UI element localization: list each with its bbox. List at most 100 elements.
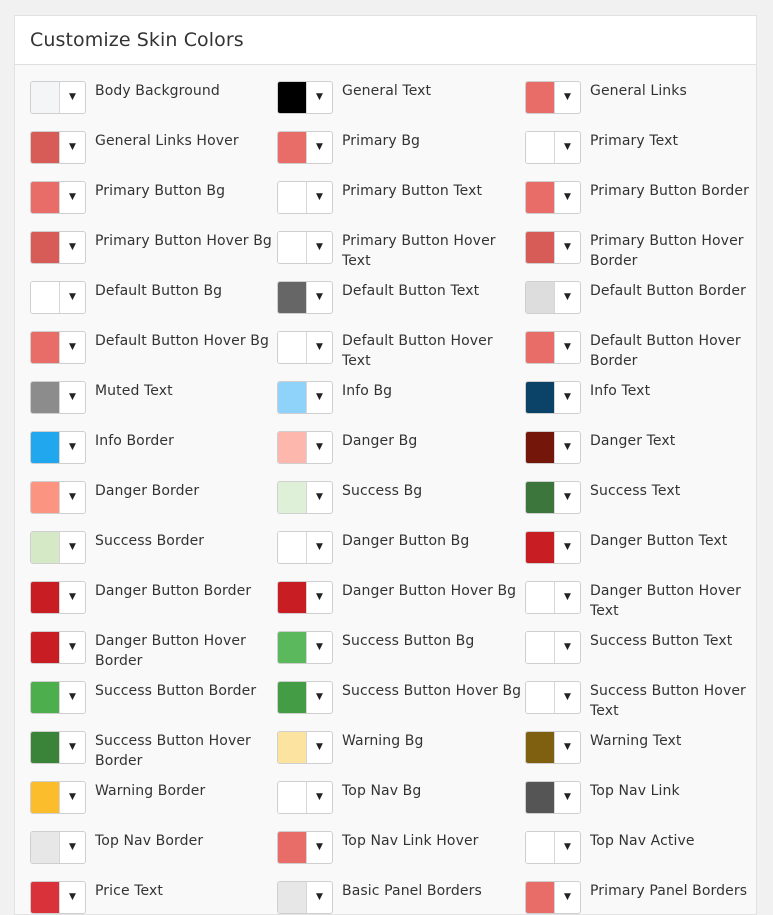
color-swatch[interactable] — [278, 82, 306, 113]
color-swatch[interactable] — [278, 382, 306, 413]
caret-down-icon[interactable]: ▼ — [555, 332, 580, 363]
caret-down-icon[interactable]: ▼ — [307, 382, 332, 413]
color-swatch[interactable] — [31, 182, 59, 213]
color-picker-muted-text[interactable]: ▼ — [30, 381, 86, 414]
color-picker-danger-button-hover-text[interactable]: ▼ — [525, 581, 581, 614]
caret-down-icon[interactable]: ▼ — [555, 382, 580, 413]
color-picker-primary-button-text[interactable]: ▼ — [277, 181, 333, 214]
color-swatch[interactable] — [526, 382, 554, 413]
color-swatch[interactable] — [278, 282, 306, 313]
caret-down-icon[interactable]: ▼ — [555, 682, 580, 713]
color-picker-primary-button-hover-text[interactable]: ▼ — [277, 231, 333, 264]
caret-down-icon[interactable]: ▼ — [555, 882, 580, 913]
color-picker-primary-button-hover-border[interactable]: ▼ — [525, 231, 581, 264]
color-picker-danger-button-hover-bg[interactable]: ▼ — [277, 581, 333, 614]
color-picker-price-text[interactable]: ▼ — [30, 881, 86, 914]
caret-down-icon[interactable]: ▼ — [307, 882, 332, 913]
color-swatch[interactable] — [278, 432, 306, 463]
color-picker-general-text[interactable]: ▼ — [277, 81, 333, 114]
color-swatch[interactable] — [526, 782, 554, 813]
color-picker-danger-border[interactable]: ▼ — [30, 481, 86, 514]
caret-down-icon[interactable]: ▼ — [307, 732, 332, 763]
color-picker-primary-panel-borders[interactable]: ▼ — [525, 881, 581, 914]
caret-down-icon[interactable]: ▼ — [60, 382, 85, 413]
color-swatch[interactable] — [278, 632, 306, 663]
color-swatch[interactable] — [278, 482, 306, 513]
color-swatch[interactable] — [278, 182, 306, 213]
color-picker-success-button-hover-border[interactable]: ▼ — [30, 731, 86, 764]
caret-down-icon[interactable]: ▼ — [60, 732, 85, 763]
caret-down-icon[interactable]: ▼ — [60, 832, 85, 863]
color-swatch[interactable] — [526, 232, 554, 263]
color-picker-primary-bg[interactable]: ▼ — [277, 131, 333, 164]
caret-down-icon[interactable]: ▼ — [307, 782, 332, 813]
color-picker-default-button-text[interactable]: ▼ — [277, 281, 333, 314]
color-swatch[interactable] — [31, 132, 59, 163]
caret-down-icon[interactable]: ▼ — [555, 632, 580, 663]
color-picker-warning-bg[interactable]: ▼ — [277, 731, 333, 764]
color-swatch[interactable] — [526, 532, 554, 563]
color-swatch[interactable] — [278, 682, 306, 713]
color-picker-info-bg[interactable]: ▼ — [277, 381, 333, 414]
color-swatch[interactable] — [526, 832, 554, 863]
caret-down-icon[interactable]: ▼ — [60, 482, 85, 513]
color-picker-default-button-hover-border[interactable]: ▼ — [525, 331, 581, 364]
color-swatch[interactable] — [31, 482, 59, 513]
color-picker-top-nav-bg[interactable]: ▼ — [277, 781, 333, 814]
color-swatch[interactable] — [526, 732, 554, 763]
caret-down-icon[interactable]: ▼ — [60, 632, 85, 663]
caret-down-icon[interactable]: ▼ — [60, 82, 85, 113]
color-picker-warning-text[interactable]: ▼ — [525, 731, 581, 764]
color-picker-success-button-text[interactable]: ▼ — [525, 631, 581, 664]
color-picker-basic-panel-borders[interactable]: ▼ — [277, 881, 333, 914]
color-swatch[interactable] — [31, 432, 59, 463]
color-swatch[interactable] — [526, 682, 554, 713]
color-picker-success-text[interactable]: ▼ — [525, 481, 581, 514]
color-picker-success-button-hover-bg[interactable]: ▼ — [277, 681, 333, 714]
color-picker-primary-button-hover-bg[interactable]: ▼ — [30, 231, 86, 264]
caret-down-icon[interactable]: ▼ — [307, 332, 332, 363]
caret-down-icon[interactable]: ▼ — [555, 782, 580, 813]
color-picker-danger-text[interactable]: ▼ — [525, 431, 581, 464]
color-swatch[interactable] — [278, 882, 306, 913]
color-picker-danger-bg[interactable]: ▼ — [277, 431, 333, 464]
caret-down-icon[interactable]: ▼ — [60, 532, 85, 563]
color-picker-default-button-border[interactable]: ▼ — [525, 281, 581, 314]
color-swatch[interactable] — [526, 432, 554, 463]
color-picker-default-button-hover-bg[interactable]: ▼ — [30, 331, 86, 364]
caret-down-icon[interactable]: ▼ — [60, 782, 85, 813]
color-swatch[interactable] — [278, 782, 306, 813]
color-swatch[interactable] — [278, 532, 306, 563]
color-picker-success-button-bg[interactable]: ▼ — [277, 631, 333, 664]
color-picker-general-links-hover[interactable]: ▼ — [30, 131, 86, 164]
caret-down-icon[interactable]: ▼ — [555, 532, 580, 563]
color-swatch[interactable] — [526, 132, 554, 163]
color-picker-default-button-bg[interactable]: ▼ — [30, 281, 86, 314]
color-picker-primary-text[interactable]: ▼ — [525, 131, 581, 164]
color-swatch[interactable] — [526, 632, 554, 663]
color-swatch[interactable] — [278, 332, 306, 363]
color-picker-warning-border[interactable]: ▼ — [30, 781, 86, 814]
color-swatch[interactable] — [31, 532, 59, 563]
color-swatch[interactable] — [278, 232, 306, 263]
caret-down-icon[interactable]: ▼ — [60, 882, 85, 913]
color-swatch[interactable] — [278, 732, 306, 763]
caret-down-icon[interactable]: ▼ — [307, 432, 332, 463]
color-picker-info-text[interactable]: ▼ — [525, 381, 581, 414]
color-swatch[interactable] — [526, 282, 554, 313]
color-swatch[interactable] — [31, 782, 59, 813]
color-picker-default-button-hover-text[interactable]: ▼ — [277, 331, 333, 364]
caret-down-icon[interactable]: ▼ — [307, 232, 332, 263]
color-swatch[interactable] — [526, 182, 554, 213]
color-swatch[interactable] — [31, 332, 59, 363]
color-swatch[interactable] — [278, 582, 306, 613]
color-swatch[interactable] — [31, 232, 59, 263]
color-swatch[interactable] — [278, 132, 306, 163]
caret-down-icon[interactable]: ▼ — [60, 582, 85, 613]
caret-down-icon[interactable]: ▼ — [555, 732, 580, 763]
caret-down-icon[interactable]: ▼ — [555, 82, 580, 113]
color-picker-top-nav-border[interactable]: ▼ — [30, 831, 86, 864]
color-swatch[interactable] — [31, 882, 59, 913]
caret-down-icon[interactable]: ▼ — [60, 682, 85, 713]
caret-down-icon[interactable]: ▼ — [60, 182, 85, 213]
